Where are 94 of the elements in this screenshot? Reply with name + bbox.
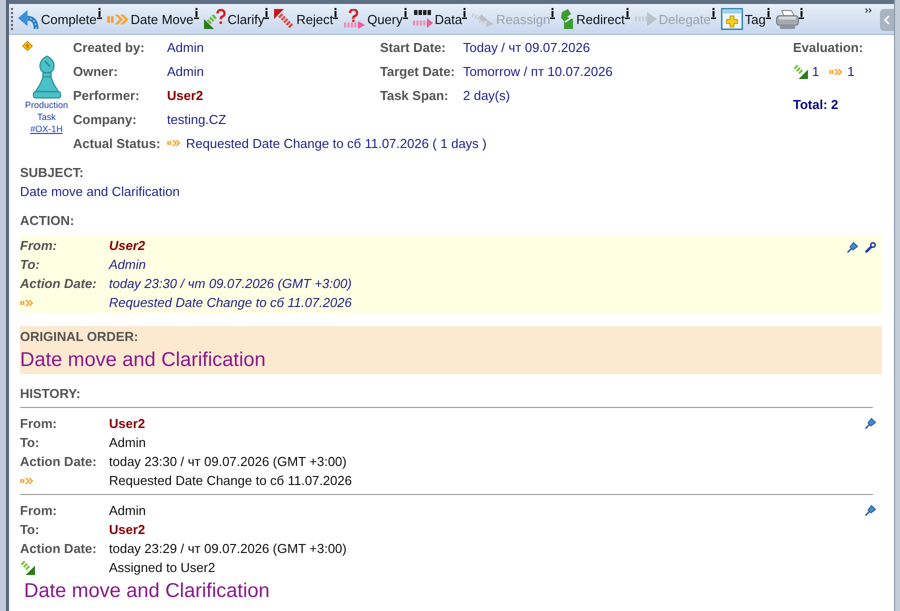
section-heading: ORIGINAL ORDER: bbox=[20, 328, 140, 346]
section-heading: ACTION: bbox=[20, 212, 76, 230]
info-icon bbox=[710, 8, 716, 19]
question-arrow-icon bbox=[204, 9, 226, 29]
field-label: To: bbox=[20, 256, 41, 274]
info-icon bbox=[402, 8, 408, 19]
info-icon bbox=[264, 8, 270, 19]
striped-arrow-icon bbox=[20, 560, 35, 575]
info-icon bbox=[194, 8, 199, 19]
info-icon bbox=[333, 8, 338, 19]
field-label: Performer: bbox=[73, 86, 140, 104]
field-value: today 23:30 / чт 09.07.2026 (GMT +3:00) bbox=[109, 453, 347, 471]
task-number-link[interactable]: #OX-1H bbox=[30, 123, 63, 135]
field-value: User2 bbox=[109, 237, 146, 255]
striped-arrow-icon bbox=[20, 298, 34, 306]
field-label: Action Date: bbox=[20, 540, 98, 558]
field-value: Admin bbox=[109, 502, 146, 520]
subject-text: Date move and Clarification bbox=[20, 183, 181, 201]
info-icon bbox=[462, 8, 468, 19]
striped-arrow-icon bbox=[793, 64, 808, 79]
arrow-icon bbox=[634, 12, 657, 26]
query-button[interactable]: Query bbox=[342, 6, 409, 32]
status-text: Requested Date Change to сб 11.07.2026 bbox=[109, 294, 352, 312]
status-text: Assigned to User2 bbox=[109, 559, 216, 577]
add-tag-icon bbox=[720, 8, 743, 30]
field-value: Admin bbox=[109, 256, 146, 274]
field-value: Today / чт 09.07.2026 bbox=[463, 38, 591, 56]
chess-piece-icon bbox=[32, 55, 62, 99]
pin-icon[interactable] bbox=[847, 242, 858, 253]
field-value: Tomorrow / пт 10.07.2026 bbox=[463, 62, 613, 80]
striped-arrow-icon bbox=[106, 12, 129, 26]
field-label: Owner: bbox=[73, 62, 119, 80]
message-text: Date move and Clarification bbox=[24, 579, 271, 604]
complete-button[interactable]: Complete bbox=[17, 6, 103, 32]
field-label: From: bbox=[20, 502, 58, 520]
curved-arrow-icon bbox=[18, 10, 39, 28]
field-label: To: bbox=[20, 521, 40, 539]
field-label: To: bbox=[20, 434, 40, 452]
date-move-button[interactable]: Date Move bbox=[106, 6, 200, 32]
field-label: Actual Status: bbox=[73, 134, 162, 152]
pin-icon[interactable] bbox=[865, 418, 876, 429]
info-icon bbox=[798, 8, 804, 19]
field-label: Action Date: bbox=[20, 275, 98, 293]
diamond-icon bbox=[22, 41, 33, 51]
tag-button[interactable]: Tag bbox=[720, 6, 772, 32]
info-icon bbox=[766, 8, 771, 19]
order-text: Date move and Clarification bbox=[20, 348, 267, 373]
striped-arrow-icon bbox=[20, 476, 34, 484]
status-text: Requested Date Change to сб 11.07.2026 bbox=[109, 472, 352, 490]
double-chevron-icon[interactable] bbox=[865, 8, 872, 13]
status-text: Requested Date Change to сб 11.07.2026 ( 1 days ) bbox=[186, 134, 487, 152]
field-value: testing.CZ bbox=[167, 110, 228, 128]
field-label: From: bbox=[20, 237, 58, 255]
pin-icon[interactable] bbox=[865, 505, 876, 516]
field-value: User2 bbox=[109, 521, 146, 539]
striped-arrow-icon bbox=[829, 68, 844, 76]
info-icon bbox=[624, 8, 630, 19]
field-value: today 23:29 / чт 09.07.2026 (GMT +3:00) bbox=[109, 540, 347, 558]
field-label: Task Span: bbox=[380, 86, 450, 104]
striped-arrow-icon bbox=[274, 9, 294, 29]
count-value: 1 bbox=[812, 63, 820, 81]
field-label: Target Date: bbox=[380, 62, 456, 80]
field-value: 2 day(s) bbox=[463, 86, 511, 104]
clarify-button[interactable]: Clarify bbox=[202, 6, 270, 32]
data-arrow-icon bbox=[412, 10, 433, 28]
field-label: Company: bbox=[73, 110, 138, 128]
arrows-icon bbox=[472, 11, 494, 27]
ribbon-icon bbox=[560, 9, 574, 29]
field-value: Admin bbox=[167, 38, 205, 56]
field-value: today 23:30 / чт 09.07.2026 (GMT +3:00) bbox=[109, 275, 352, 293]
field-value: Admin bbox=[109, 434, 146, 452]
striped-arrow-icon bbox=[167, 139, 181, 147]
section-heading: SUBJECT: bbox=[20, 164, 85, 182]
field-label: From: bbox=[20, 415, 58, 433]
field-value: Admin bbox=[167, 62, 205, 80]
question-arrow-icon bbox=[343, 9, 366, 29]
key-icon[interactable] bbox=[865, 242, 876, 253]
data-button[interactable]: Data bbox=[412, 6, 468, 32]
info-icon bbox=[96, 8, 102, 19]
reject-button[interactable]: Reject bbox=[273, 6, 340, 32]
evaluation-label: Evaluation: bbox=[793, 38, 864, 56]
field-label: Created by: bbox=[73, 38, 146, 56]
field-label: Action Date: bbox=[20, 453, 98, 471]
count-value: 1 bbox=[847, 63, 854, 81]
section-heading: HISTORY: bbox=[20, 385, 82, 403]
total-label: Total: 2 bbox=[793, 96, 840, 114]
chevron-left-icon bbox=[884, 15, 890, 25]
field-value: User2 bbox=[167, 86, 204, 104]
task-type-label: Production Task bbox=[24, 99, 70, 123]
info-icon bbox=[550, 8, 556, 19]
field-value: User2 bbox=[109, 415, 146, 433]
field-label: Start Date: bbox=[380, 38, 447, 56]
printer-icon bbox=[776, 10, 799, 28]
redirect-button[interactable]: Redirect bbox=[559, 6, 631, 32]
